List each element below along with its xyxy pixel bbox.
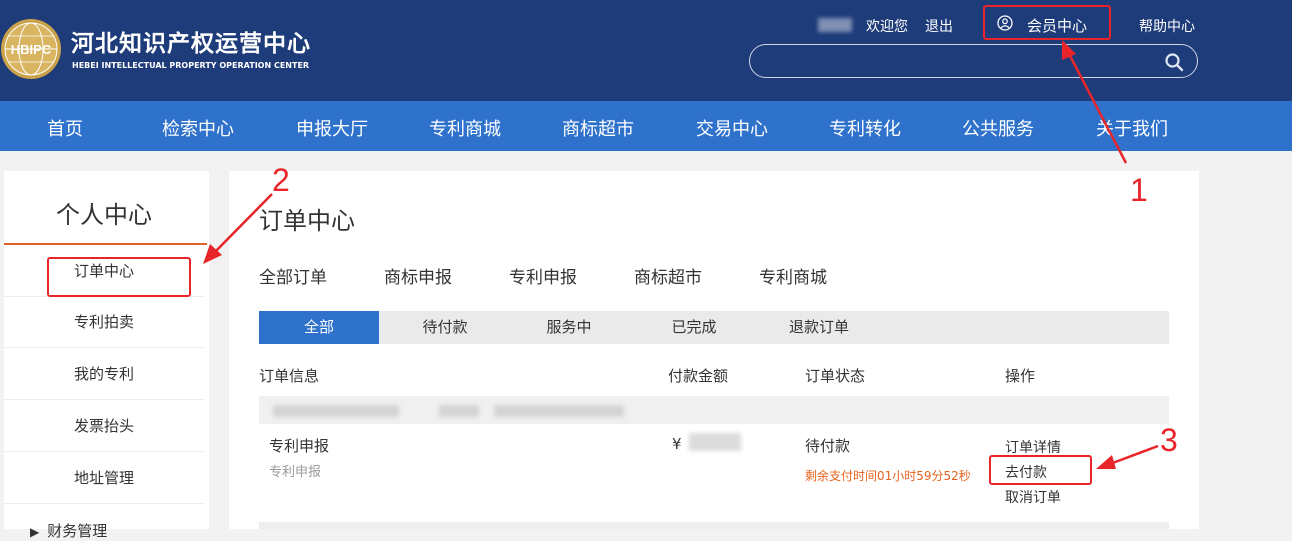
cancel-order-link[interactable]: 取消订单 (1005, 487, 1061, 507)
sidebar-title-underline (4, 243, 207, 245)
nav-item-trademark-market[interactable]: 商标超市 (562, 115, 634, 141)
nav-item-application-hall[interactable]: 申报大厅 (296, 115, 368, 141)
tab-all-orders[interactable]: 全部订单 (259, 263, 327, 288)
nav-item-patent-mall[interactable]: 专利商城 (429, 115, 501, 141)
member-center-label: 会员中心 (1027, 17, 1088, 35)
annotation-highlight-orders (47, 257, 191, 297)
page-title: 订单中心 (259, 207, 355, 235)
sidebar: 个人中心 订单中心 专利拍卖 我的专利 发票抬头 地址管理 (4, 171, 209, 529)
site-header: HBIPC 河北知识产权运营中心 HEBEI INTELLECTUAL PROP… (0, 0, 1292, 101)
order-date-blurred (273, 405, 399, 417)
status-tab-pending-payment[interactable]: 待付款 (385, 311, 505, 344)
nav-item-trading-center[interactable]: 交易中心 (696, 115, 768, 141)
welcome-text: 欢迎您 (866, 19, 908, 35)
status-tab-all[interactable]: 全部 (259, 311, 379, 344)
sidebar-item-label: 发票抬头 (73, 417, 134, 435)
order-product-name: 专利申报 (269, 437, 330, 455)
hbipc-logo[interactable]: HBIPC (0, 18, 62, 80)
chevron-right-icon: ▶ (30, 525, 40, 539)
sidebar-item-label: 财务管理 (47, 522, 108, 540)
next-order-row (259, 522, 1169, 529)
sidebar-item-patent-auction[interactable]: 专利拍卖 (4, 297, 204, 348)
nav-item-about-us[interactable]: 关于我们 (1096, 115, 1168, 141)
column-header-amount: 付款金额 (668, 367, 729, 385)
sidebar-item-finance[interactable]: ▶ 财务管理 (30, 520, 107, 541)
status-tab-in-service[interactable]: 服务中 (509, 311, 629, 344)
search-box (749, 44, 1198, 78)
payment-countdown: 剩余支付时间01小时59分52秒 (805, 469, 971, 483)
status-tab-bar: 全部 待付款 服务中 已完成 退款订单 (259, 311, 1169, 344)
tab-patent-mall[interactable]: 专利商城 (759, 263, 827, 288)
member-center-button[interactable]: 会员中心 (983, 5, 1111, 40)
search-input[interactable] (762, 51, 1146, 73)
column-header-actions: 操作 (1005, 367, 1036, 385)
sidebar-item-label: 专利拍卖 (73, 313, 134, 331)
nav-item-public-service[interactable]: 公共服务 (962, 115, 1034, 141)
brand-name-en: HEBEI INTELLECTUAL PROPERTY OPERATION CE… (72, 61, 310, 70)
brand-name-cn: 河北知识产权运营中心 (71, 31, 311, 57)
annotation-label-3: 3 (1160, 422, 1178, 458)
order-number-label-blurred (439, 405, 479, 417)
nav-item-patent-transfer[interactable]: 专利转化 (829, 115, 901, 141)
logo-text: HBIPC (11, 42, 52, 57)
order-amount-blurred (689, 433, 741, 451)
sidebar-item-address[interactable]: 地址管理 (4, 453, 204, 504)
order-meta-row (259, 396, 1169, 424)
help-center-link[interactable]: 帮助中心 (1139, 16, 1195, 36)
annotation-label-2: 2 (272, 162, 290, 198)
main-nav: 首页 检索中心 申报大厅 专利商城 商标超市 交易中心 专利转化 公共服务 关于… (0, 101, 1292, 151)
sidebar-item-invoice-title[interactable]: 发票抬头 (4, 401, 204, 452)
annotation-highlight-pay (989, 455, 1092, 485)
user-icon (997, 15, 1013, 31)
order-number-blurred (494, 405, 624, 417)
tab-patent-application[interactable]: 专利申报 (509, 263, 577, 288)
order-detail-link[interactable]: 订单详情 (1005, 437, 1061, 457)
tab-trademark-application[interactable]: 商标申报 (384, 263, 452, 288)
search-icon[interactable] (1164, 52, 1184, 72)
annotation-label-1: 1 (1130, 172, 1148, 208)
tab-trademark-market[interactable]: 商标超市 (634, 263, 702, 288)
column-header-status: 订单状态 (805, 367, 866, 385)
status-tab-refund[interactable]: 退款订单 (759, 311, 879, 344)
logout-link[interactable]: 退出 (925, 16, 953, 36)
sidebar-item-label: 我的专利 (73, 365, 134, 383)
nav-item-home[interactable]: 首页 (47, 115, 83, 141)
order-status: 待付款 (805, 437, 851, 455)
order-product-subtype: 专利申报 (269, 465, 322, 480)
status-tab-completed[interactable]: 已完成 (634, 311, 754, 344)
nav-item-search-center[interactable]: 检索中心 (162, 115, 234, 141)
sidebar-title: 个人中心 (56, 201, 152, 229)
sidebar-item-my-patents[interactable]: 我的专利 (4, 349, 204, 400)
order-amount-currency: ¥ (672, 435, 682, 453)
column-header-order-info: 订单信息 (259, 367, 320, 385)
username-blurred (818, 18, 852, 32)
sidebar-item-label: 地址管理 (73, 469, 134, 487)
